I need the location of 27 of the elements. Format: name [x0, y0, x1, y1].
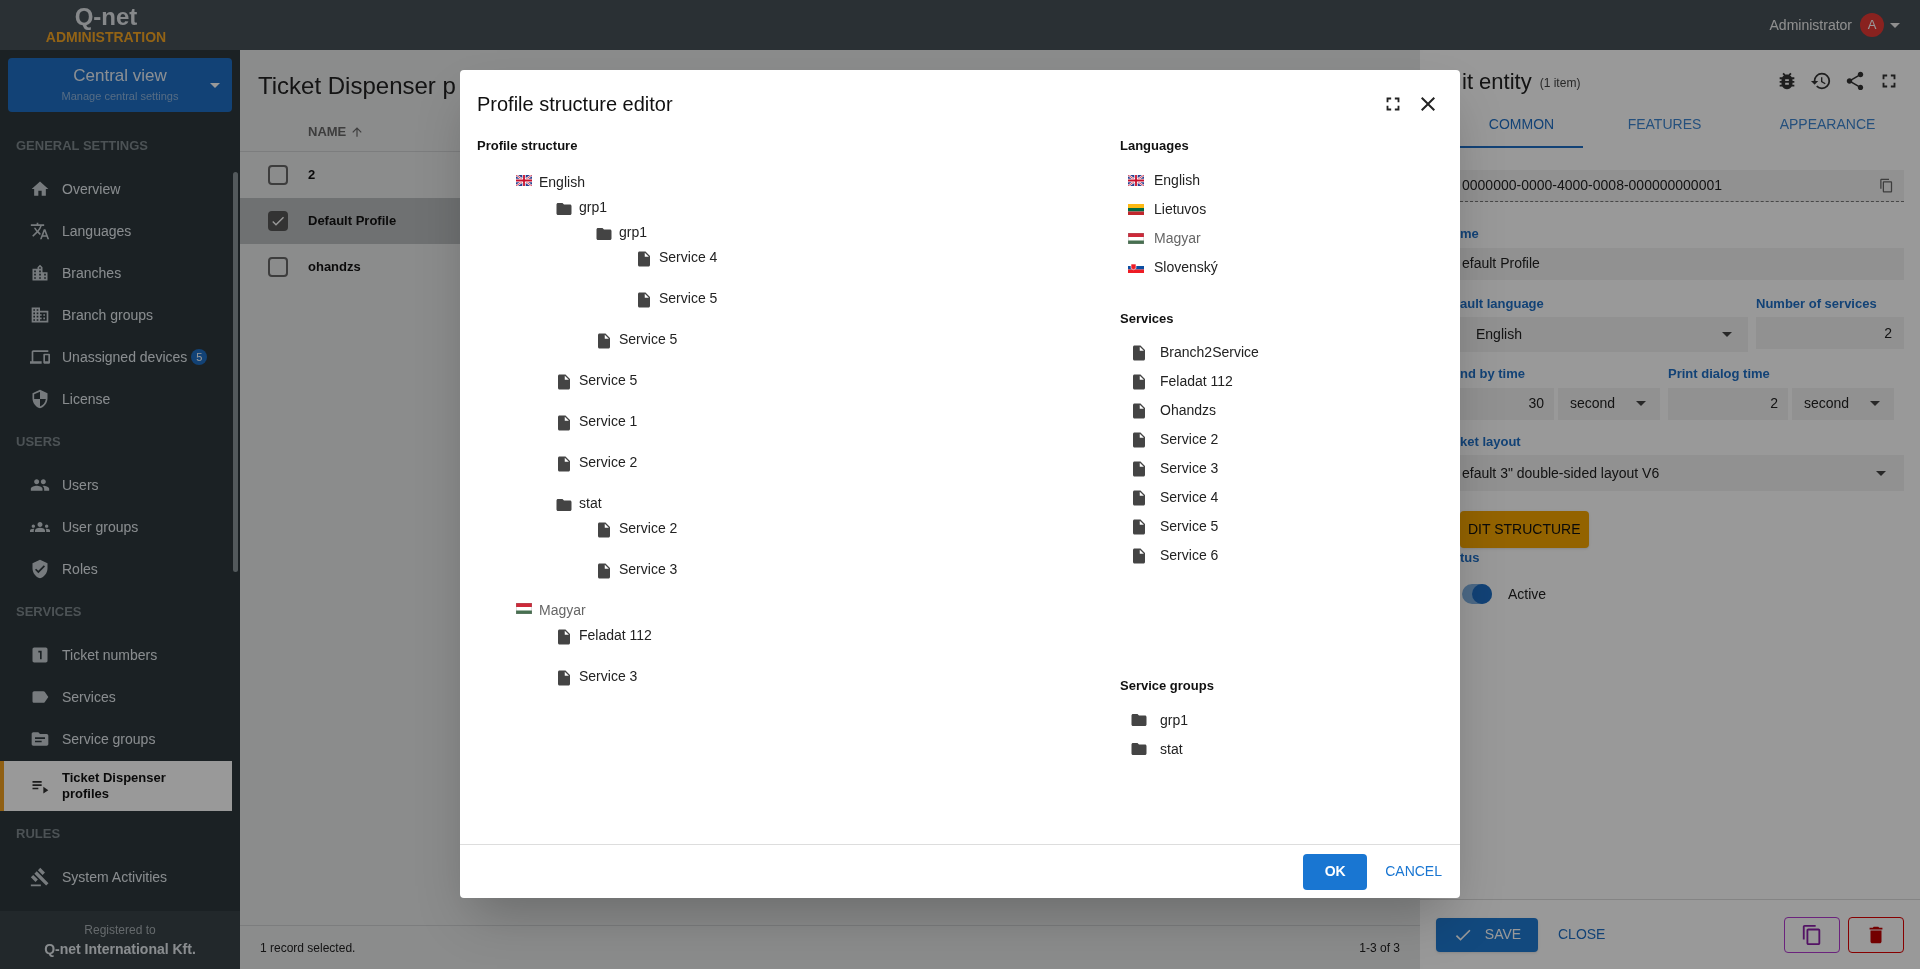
logo: Q-net: [74, 5, 138, 29]
section-heading: Profile structure: [477, 137, 578, 155]
section-heading: Services: [1120, 309, 1174, 328]
field-label: nd by time: [1460, 365, 1525, 383]
company-name: Q-net International Kft.: [44, 939, 196, 959]
table-cell-text: ohandzs: [308, 258, 361, 277]
field-label: me: [1460, 225, 1479, 243]
field-label: tus: [1460, 549, 1480, 567]
table-cell-text: 2: [308, 166, 316, 185]
pagination-info: 1-3 of 3: [1359, 939, 1400, 957]
page-title: Ticket Dispenser p: [257, 71, 456, 101]
table-cell-text: Default Profile: [308, 212, 397, 231]
section-heading: Languages: [1120, 137, 1189, 155]
selection-status: 1 record selected.: [260, 939, 356, 957]
count-badge: 5: [191, 349, 208, 365]
status-value: Active: [1508, 584, 1547, 604]
user-name: Administrator: [1769, 15, 1852, 35]
panel-title: it entity: [1462, 67, 1532, 96]
field-label: Number of services: [1756, 294, 1877, 313]
item-count: (1 item): [1539, 75, 1581, 92]
registered-label: Registered to: [84, 921, 156, 939]
dialog-title: Profile structure editor: [477, 92, 674, 117]
field-label: Print dialog time: [1668, 365, 1770, 383]
field-label: ault language: [1460, 294, 1544, 313]
section-heading: Service groups: [1120, 677, 1214, 695]
field-label: ket layout: [1460, 432, 1521, 451]
logo-subtitle: ADMINISTRATION: [45, 29, 167, 45]
